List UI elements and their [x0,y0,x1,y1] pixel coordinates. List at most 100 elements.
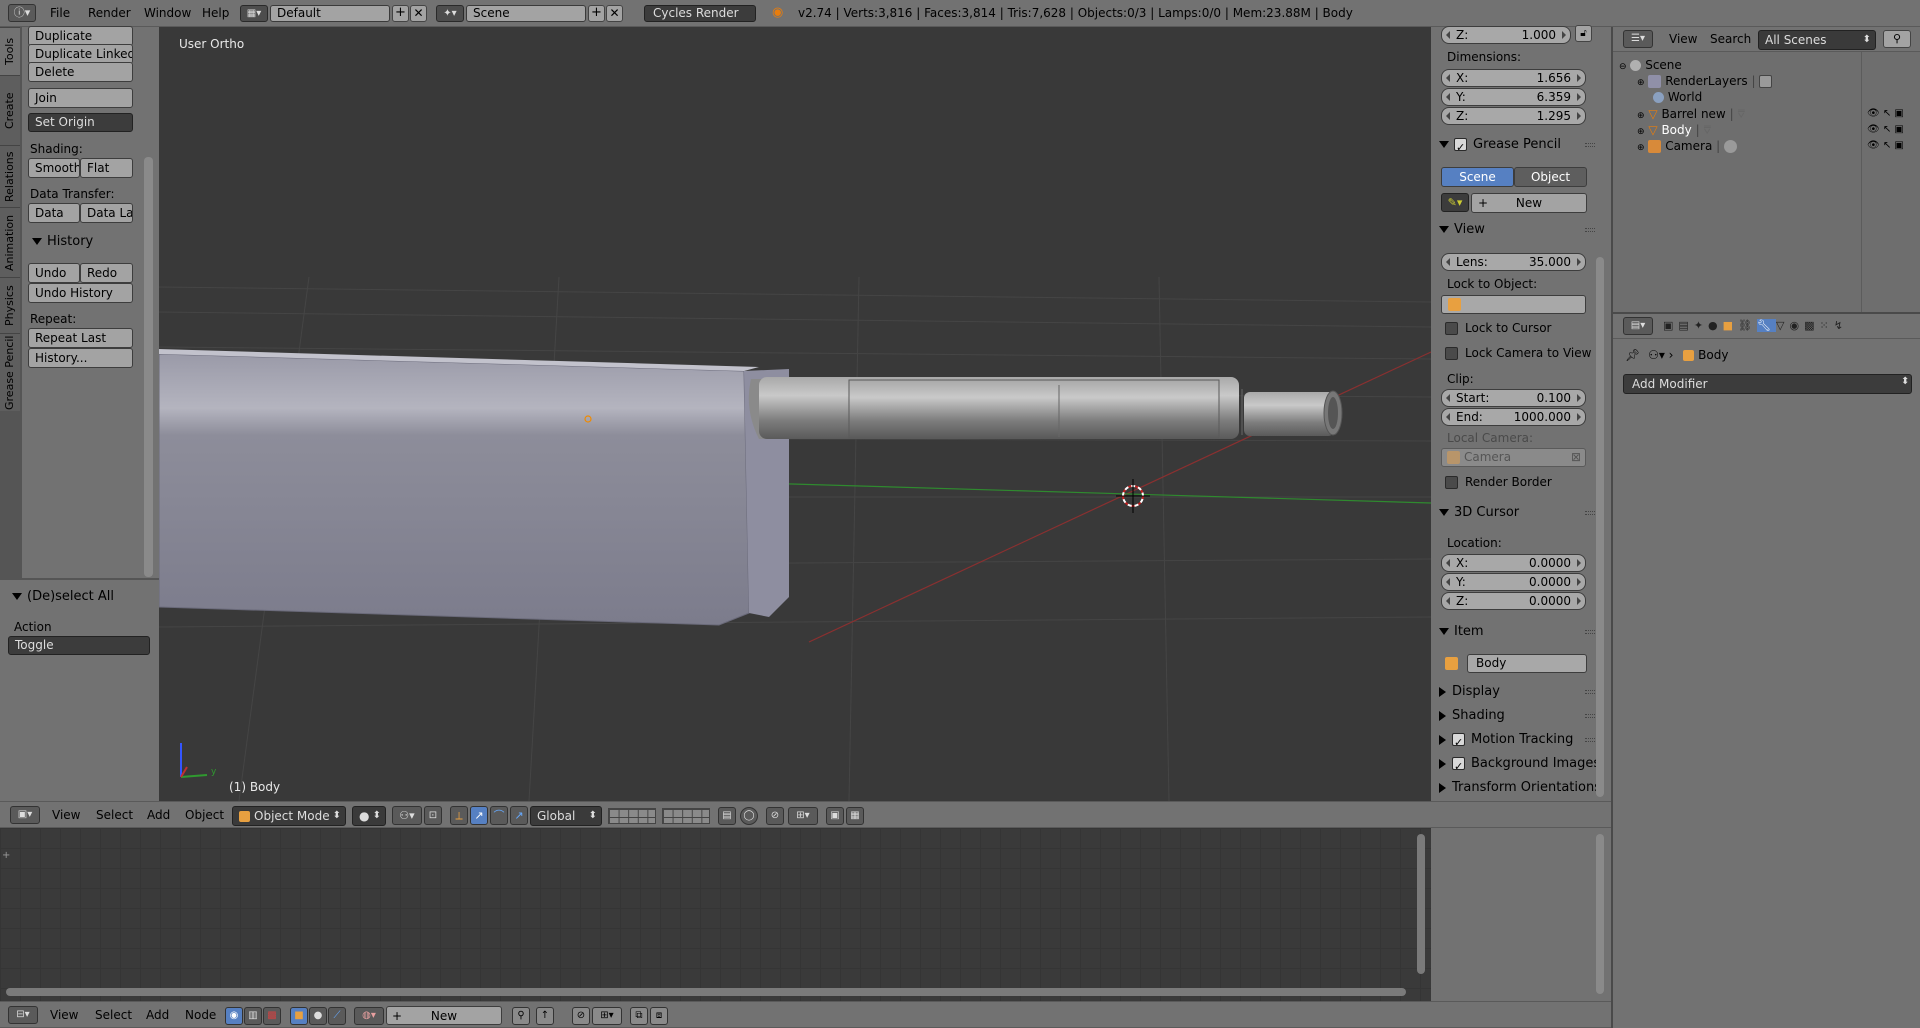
redo-button[interactable]: Redo [80,263,133,283]
scene-tab-icon[interactable]: ✦ [1694,319,1708,332]
undo-button[interactable]: Undo [28,263,80,283]
shading-panel-header[interactable]: Shading [1431,704,1603,728]
lock-to-cursor-checkbox[interactable] [1445,322,1458,335]
snap-element-icon[interactable]: ⊞▾ [788,807,818,825]
tab-tools[interactable]: Tools [0,27,20,75]
shading-mode-select[interactable]: ● [352,806,386,826]
material-tab-icon[interactable]: ◉ [1789,319,1804,332]
lock-camera-checkbox[interactable] [1445,347,1458,360]
remove-scene-icon[interactable]: ✕ [606,5,623,22]
particles-tab-icon[interactable]: ⁙ [1819,319,1833,332]
tab-grease-pencil[interactable]: Grease Pencil [0,333,20,411]
tab-create[interactable]: Create [0,75,20,145]
menu-object[interactable]: Object [185,802,224,828]
world-tab-icon[interactable]: ● [1708,319,1723,332]
outliner-item-body[interactable]: ⊕ ▽ Body | ⩢ [1637,122,1711,138]
menu-file[interactable]: File [50,0,70,26]
outliner-type-icon[interactable]: ☰▾ [1623,30,1653,48]
history-panel-header[interactable]: History [24,230,93,254]
delete-button[interactable]: Delete [28,62,133,82]
item-panel-header[interactable]: Item [1431,620,1603,644]
render-anim-icon[interactable]: ▦ [846,807,864,825]
menu-render[interactable]: Render [88,0,131,26]
new-grease-pencil-button[interactable]: + New [1471,193,1587,213]
modifiers-tab-icon[interactable]: 🔧︎ [1757,319,1776,332]
lock-icon[interactable]: 🔓︎ [1575,25,1592,42]
clip-start-field[interactable]: Start: 0.100 [1441,389,1586,407]
dim-x-field[interactable]: X: 1.656 [1441,69,1586,87]
set-origin-select[interactable]: Set Origin [28,113,133,132]
menu-view[interactable]: View [52,802,80,828]
pivot-icon[interactable]: ⚇▾ [392,806,422,825]
grease-pencil-header[interactable]: Grease Pencil [1431,133,1603,160]
layout-icon[interactable]: ▦▾ [240,5,268,22]
z-field-top[interactable]: Z: 1.000 [1441,26,1571,44]
render-border-checkbox[interactable] [1445,476,1458,489]
display-mode-select[interactable]: All Scenes [1758,30,1876,50]
smooth-button[interactable]: Smooth [28,158,80,178]
duplicate-linked-button[interactable]: Duplicate Linked [28,44,133,64]
node-sidebar-scrollbar[interactable] [1596,834,1604,994]
object-button[interactable]: Object [1514,167,1587,187]
history-button[interactable]: History... [28,348,133,368]
node-menu-view[interactable]: View [50,1002,78,1028]
render-tab-icon[interactable]: ▣ [1663,319,1678,332]
info-editor-icon[interactable]: ⓘ▾ [8,4,36,22]
material-slot-icon[interactable]: ◍▾ [354,1007,384,1025]
lock-object-field[interactable] [1441,295,1586,314]
node-editor[interactable]: + [0,828,1431,1001]
physics-tab-icon[interactable]: ↯ [1834,319,1848,332]
scene-field[interactable]: Scene [466,5,586,22]
remove-layout-icon[interactable]: ✕ [410,5,427,22]
node-menu-add[interactable]: Add [146,1002,169,1028]
orientation-select[interactable]: Global [530,806,602,826]
motion-tracking-checkbox[interactable] [1452,731,1465,755]
background-images-checkbox[interactable] [1452,755,1465,779]
outliner-item-barrel-new[interactable]: ⊕ ▽ Barrel new | ⩢ [1637,106,1745,122]
mode-select[interactable]: Object Mode [232,806,346,826]
layers-tab-icon[interactable]: ▤ [1678,319,1693,332]
proportional-edit-icon[interactable]: ◯ [740,807,758,825]
node-snap-icon[interactable]: ⊘ [572,1007,590,1025]
visibility-row-body[interactable]: 👁︎ ↖ ▣ [1867,122,1919,138]
layout-field[interactable]: Default [270,5,390,22]
node-add-plus-icon[interactable]: + [2,850,10,861]
flat-button[interactable]: Flat [80,158,133,178]
clip-end-field[interactable]: End: 1000.000 [1441,408,1586,426]
render-engine-select[interactable]: Cycles Render [644,5,756,22]
editor-type-icon[interactable]: ▣▾ [10,806,40,824]
tool-shelf-scrollbar[interactable] [144,157,153,577]
view-panel-header[interactable]: View [1431,218,1603,242]
outliner-item-scene[interactable]: ⊖ Scene [1619,57,1682,73]
viewport-3d[interactable]: User Ortho y (1) Body [159,27,1431,801]
node-menu-node[interactable]: Node [185,1002,216,1028]
action-select[interactable]: Toggle [8,636,150,655]
cursor-x-field[interactable]: X: 0.0000 [1441,554,1586,572]
scale-icon[interactable]: ⌒ [490,806,508,825]
scene-button[interactable]: Scene [1441,167,1514,187]
operator-panel-header[interactable]: (De)select All [4,585,114,609]
search-icon[interactable]: ⚲ [1883,30,1911,48]
node-hscrollbar[interactable] [6,988,1406,996]
join-button[interactable]: Join [28,88,133,108]
shader-nodes-icon[interactable]: ◉ [225,1007,243,1025]
menu-select[interactable]: Select [96,802,133,828]
layers-grid-1[interactable] [608,808,656,824]
node-copy-icon[interactable]: ⧉ [630,1007,648,1025]
tab-relations[interactable]: Relations [0,145,20,207]
new-material-button[interactable]: + New [386,1006,502,1025]
transform-icon[interactable]: ↗ [510,806,528,825]
node-paste-icon[interactable]: ⧈ [650,1007,668,1025]
outliner-item-world[interactable]: World [1653,89,1702,105]
properties-type-icon[interactable]: ▤▾ [1623,317,1653,335]
object-nodes-icon[interactable]: ■ [290,1007,308,1025]
data-button[interactable]: Data [28,203,80,223]
cursor-z-field[interactable]: Z: 0.0000 [1441,592,1586,610]
texture-nodes-icon[interactable]: ▩ [263,1007,281,1025]
tab-physics[interactable]: Physics [0,277,20,333]
transform-orientations-panel-header[interactable]: Transform Orientations [1431,776,1603,800]
background-images-panel-header[interactable]: Background Images [1431,752,1603,779]
layers-grid-2[interactable] [662,808,710,824]
3d-cursor-panel-header[interactable]: 3D Cursor [1431,501,1603,525]
motion-tracking-panel-header[interactable]: Motion Tracking [1431,728,1603,755]
